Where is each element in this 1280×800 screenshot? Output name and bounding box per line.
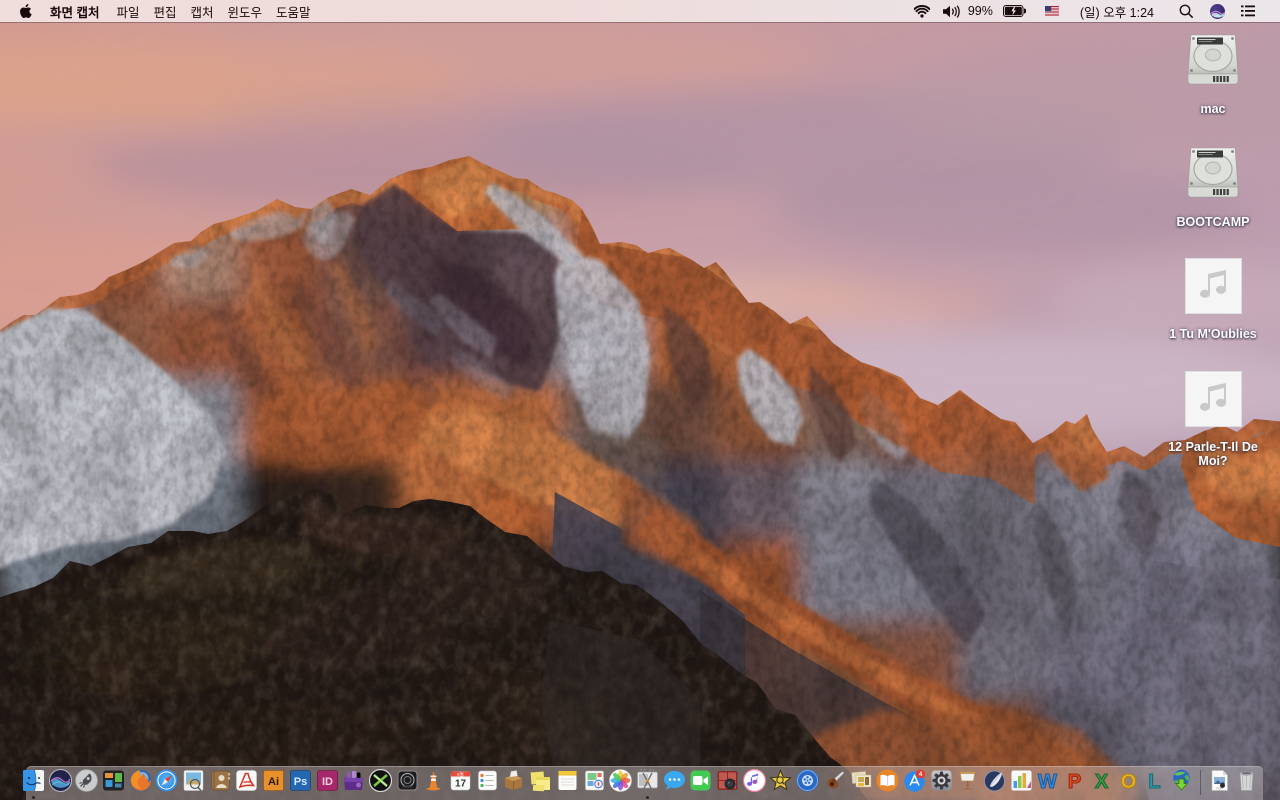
svg-text:Ps: Ps [294, 776, 307, 788]
svg-text:Ai: Ai [268, 776, 279, 788]
svg-text:O: O [1120, 771, 1136, 792]
svg-text:4: 4 [919, 771, 923, 778]
svg-text:ID: ID [322, 776, 333, 788]
svg-text:PDF: PDF [1217, 786, 1223, 790]
svg-text:17: 17 [455, 778, 467, 789]
svg-text:W: W [1038, 771, 1057, 792]
svg-text:6월: 6월 [457, 770, 464, 777]
svg-text:X: X [1095, 771, 1109, 792]
svg-text:L: L [1149, 771, 1161, 792]
svg-text:P: P [1068, 771, 1081, 792]
